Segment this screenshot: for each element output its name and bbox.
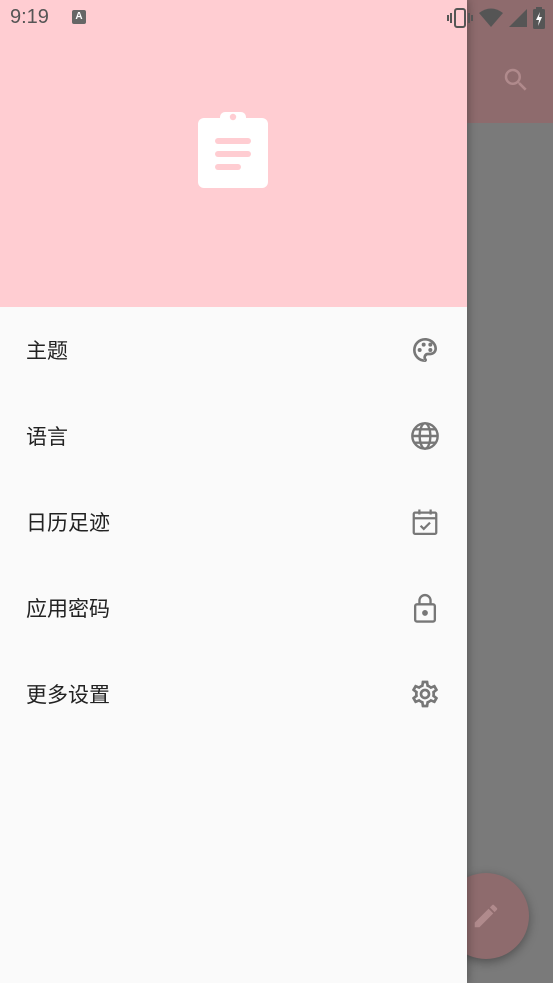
menu-item-label: 更多设置 xyxy=(26,683,110,707)
gear-icon xyxy=(409,678,441,710)
screen: 9:19 A 主题 语言 日历足迹 应用密码 更多设置 xyxy=(0,0,553,983)
drawer-header xyxy=(0,0,467,307)
menu-item-label: 应用密码 xyxy=(26,597,110,621)
menu-item-label: 语言 xyxy=(26,425,68,449)
menu-item-label: 主题 xyxy=(26,339,68,363)
status-icons xyxy=(447,7,545,29)
navigation-drawer: 主题 语言 日历足迹 应用密码 更多设置 xyxy=(0,0,467,983)
menu-item-label: 日历足迹 xyxy=(26,511,110,535)
menu-item-calendar-footprint[interactable]: 日历足迹 xyxy=(0,479,467,565)
search-icon[interactable] xyxy=(501,65,531,95)
pencil-icon xyxy=(474,904,498,928)
battery-icon xyxy=(533,7,545,29)
vibrate-icon xyxy=(447,8,473,28)
clipboard-icon xyxy=(198,112,268,188)
menu-item-app-password[interactable]: 应用密码 xyxy=(0,565,467,651)
cell-signal-icon xyxy=(509,9,527,27)
globe-icon xyxy=(409,420,441,452)
calendar-check-icon xyxy=(409,506,441,538)
status-time: 9:19 xyxy=(10,6,49,28)
palette-icon xyxy=(409,334,441,366)
status-bar: 9:19 A xyxy=(0,0,553,36)
drawer-menu: 主题 语言 日历足迹 应用密码 更多设置 xyxy=(0,307,467,737)
menu-item-language[interactable]: 语言 xyxy=(0,393,467,479)
menu-item-theme[interactable]: 主题 xyxy=(0,307,467,393)
menu-item-more-settings[interactable]: 更多设置 xyxy=(0,651,467,737)
wifi-icon xyxy=(479,8,503,27)
notification-icon: A xyxy=(72,10,86,24)
lock-icon xyxy=(409,592,441,624)
